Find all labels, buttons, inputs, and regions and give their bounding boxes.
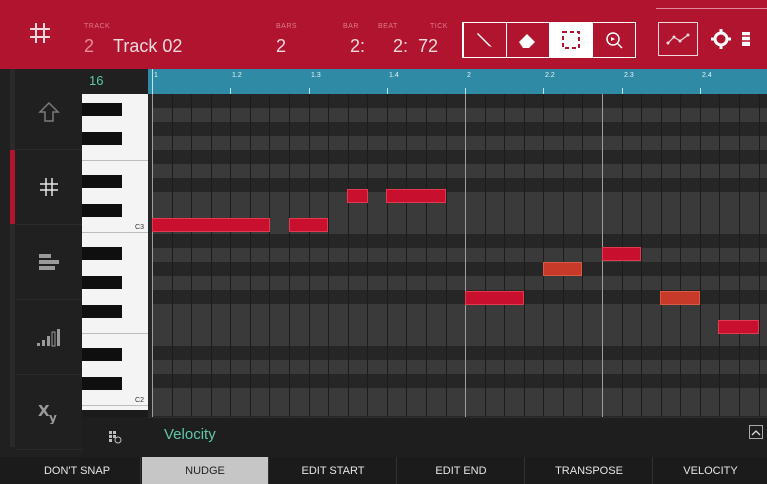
track-number: 2: [84, 36, 95, 56]
midi-note[interactable]: [347, 189, 368, 203]
select-icon[interactable]: [550, 23, 592, 57]
black-key[interactable]: [82, 377, 122, 390]
track-name[interactable]: Track 02: [113, 36, 182, 57]
xy-icon: Xy: [38, 402, 57, 424]
eraser-icon[interactable]: [507, 23, 549, 57]
key-divider: [82, 232, 148, 233]
sidebar-item-velocity[interactable]: [16, 300, 82, 375]
ruler-label: 2.3: [624, 72, 634, 79]
piano-keyboard[interactable]: C3 C2: [82, 94, 148, 410]
sidebar-item-up[interactable]: [16, 75, 82, 150]
header-divider: [656, 8, 767, 9]
nudge-button[interactable]: NUDGE: [142, 457, 269, 484]
pencil-icon[interactable]: [464, 23, 506, 57]
tool-group: [462, 22, 636, 58]
velocity-button[interactable]: VELOCITY: [654, 457, 767, 484]
sidebar-item-xy[interactable]: Xy: [16, 375, 82, 450]
menu-icon[interactable]: [740, 30, 752, 53]
arrow-up-icon: [38, 101, 60, 122]
beat-value[interactable]: 2:: [393, 36, 408, 57]
keyboard-top-value: 16: [89, 73, 104, 88]
velocity-label: Velocity: [164, 426, 216, 443]
transpose-button[interactable]: TRANSPOSE: [526, 457, 653, 484]
ruler-label: 2: [467, 72, 471, 79]
sidebar-item-grid[interactable]: [10, 150, 82, 225]
black-key[interactable]: [82, 247, 122, 260]
zoom-icon[interactable]: [593, 23, 635, 57]
midi-note[interactable]: [602, 247, 641, 261]
sidebar-strip: [10, 69, 15, 447]
key-divider: [82, 405, 148, 406]
key-divider: [82, 333, 148, 334]
black-key[interactable]: [82, 305, 122, 318]
gear-icon[interactable]: [710, 28, 732, 55]
piano-roll-grid[interactable]: 1 1.2 1.3 1.4 2 2.2 2.3 2.4: [148, 69, 767, 417]
timeline-ruler[interactable]: 1 1.2 1.3 1.4 2 2.2 2.3 2.4: [148, 69, 767, 94]
ruler-label: 2.4: [702, 72, 712, 79]
edit-end-button[interactable]: EDIT END: [398, 457, 525, 484]
ruler-label: 1.3: [311, 72, 321, 79]
footer-bar: DON'T SNAP NUDGE EDIT START EDIT END TRA…: [0, 457, 767, 484]
midi-note[interactable]: [465, 291, 524, 305]
ruler-tick: [152, 69, 153, 94]
ruler-label: 2.2: [545, 72, 555, 79]
black-key[interactable]: [82, 204, 122, 217]
edit-start-button[interactable]: EDIT START: [270, 457, 397, 484]
velocity-icon: [37, 329, 60, 347]
dont-snap-button[interactable]: DON'T SNAP: [14, 457, 141, 484]
beat-label: BEAT: [378, 23, 398, 30]
keyboard-grid-icon[interactable]: [108, 430, 122, 444]
grid-view-icon[interactable]: [27, 20, 53, 46]
list-icon: [39, 254, 59, 270]
bars-value[interactable]: 2: [276, 36, 286, 57]
midi-note[interactable]: [543, 262, 582, 276]
sidebar-item-list[interactable]: [16, 225, 82, 300]
midi-note[interactable]: [289, 218, 328, 232]
velocity-lane[interactable]: Velocity: [148, 417, 767, 458]
ruler-label: 1.4: [389, 72, 399, 79]
ruler-label: 1: [154, 72, 158, 79]
midi-note[interactable]: [152, 218, 270, 232]
midi-note[interactable]: [718, 320, 759, 334]
track-label: TRACK: [84, 23, 111, 30]
tick-value[interactable]: 72: [418, 36, 438, 57]
midi-note[interactable]: [386, 189, 446, 203]
bar-value[interactable]: 2:: [350, 36, 365, 57]
black-key[interactable]: [82, 175, 122, 188]
c3-label: C3: [135, 224, 144, 231]
grid-icon: [40, 178, 58, 196]
key-divider: [82, 160, 148, 161]
svg-text:y: y: [49, 411, 57, 424]
velocity-left: [82, 417, 148, 457]
header: TRACK 2 Track 02 BARS 2 BAR 2: BEAT 2: T…: [0, 0, 767, 69]
c2-label: C2: [135, 397, 144, 404]
bars-label: BARS: [276, 23, 298, 30]
keyboard-header: 16: [82, 69, 148, 94]
ruler-label: 1.2: [232, 72, 242, 79]
bar-label: BAR: [343, 23, 359, 30]
tick-label: TICK: [430, 23, 448, 30]
black-key[interactable]: [82, 276, 122, 289]
midi-note[interactable]: [660, 291, 700, 305]
expand-up-icon[interactable]: [749, 425, 763, 439]
black-key[interactable]: [82, 132, 122, 145]
black-key[interactable]: [82, 103, 122, 116]
black-key[interactable]: [82, 348, 122, 361]
automation-icon[interactable]: [658, 22, 698, 56]
